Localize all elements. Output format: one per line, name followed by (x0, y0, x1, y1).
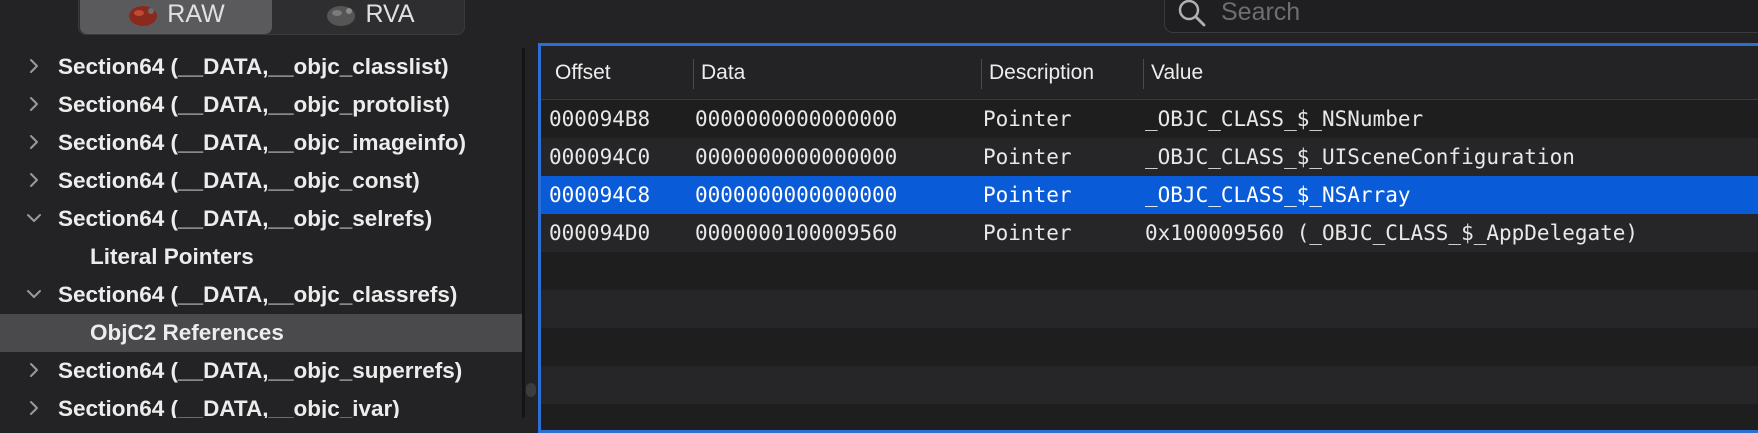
empty-table-row (541, 290, 1758, 328)
tree-item-label: Section64 (__DATA,__objc_classlist) (58, 54, 449, 79)
search-input[interactable] (1219, 0, 1723, 28)
cell-value: _OBJC_CLASS_$_UISceneConfiguration (1145, 145, 1575, 169)
raw-mode-button[interactable]: RAW (80, 0, 272, 34)
tree-item[interactable]: Section64 (__DATA,__objc_ivar) (0, 390, 522, 418)
table-row[interactable]: 000094C8 0000000000000000 Pointer _OBJC_CLA… (541, 176, 1758, 214)
column-separator[interactable] (981, 59, 982, 89)
rva-mode-button[interactable]: RVA (275, 0, 465, 34)
tree-item[interactable]: Section64 (__DATA,__objc_classlist) (0, 48, 522, 86)
chevron-down-icon[interactable] (26, 209, 42, 227)
empty-table-row (541, 404, 1758, 430)
tree-item[interactable]: Section64 (__DATA,__objc_classrefs) (0, 276, 522, 314)
tree-item[interactable]: Section64 (__DATA,__objc_selrefs) (0, 200, 522, 238)
tree-item-label: Literal Pointers (90, 244, 254, 269)
column-header-data[interactable]: Data (701, 46, 745, 100)
tree-item[interactable]: Section64 (__DATA,__objc_imageinfo) (0, 124, 522, 162)
tree-item-label: Section64 (__DATA,__objc_superrefs) (58, 358, 463, 383)
tree-item[interactable]: Literal Pointers (0, 238, 522, 276)
table-row[interactable]: 000094B8 0000000000000000 Pointer _OBJC_CLA… (541, 100, 1758, 138)
split-divider[interactable] (522, 48, 525, 418)
cell-data: 0000000000000000 (695, 145, 898, 169)
empty-table-row (541, 366, 1758, 404)
table-row[interactable]: 000094D0 0000000100009560 Pointer 0x1000095… (541, 214, 1758, 252)
tree-item-label: Section64 (__DATA,__objc_ivar) (58, 396, 400, 418)
split-handle[interactable] (526, 383, 536, 397)
tree-item-label: Section64 (__DATA,__objc_const) (58, 168, 420, 193)
column-separator[interactable] (1143, 59, 1144, 89)
cell-data: 0000000000000000 (695, 183, 898, 207)
column-header-description[interactable]: Description (989, 46, 1094, 100)
chevron-right-icon[interactable] (26, 399, 42, 417)
cell-value: _OBJC_CLASS_$_NSArray (1145, 183, 1411, 207)
tree-item[interactable]: Section64 (__DATA,__objc_protolist) (0, 86, 522, 124)
raw-mode-label: RAW (167, 0, 225, 28)
column-header-label: Value (1151, 61, 1204, 84)
cell-offset: 000094D0 (549, 221, 651, 245)
tree-item-label: ObjC2 References (90, 320, 284, 345)
column-header-label: Description (989, 61, 1095, 84)
empty-table-row (541, 328, 1758, 366)
section-tree: Section64 (__DATA,__objc_classlist) Secti… (0, 48, 522, 418)
chevron-right-icon[interactable] (26, 95, 42, 113)
table-header: Offset Data Description Value (541, 46, 1758, 100)
chevron-right-icon[interactable] (26, 171, 42, 189)
column-separator[interactable] (693, 59, 694, 89)
data-table[interactable]: Offset Data Description Value 000094B8 00… (538, 43, 1758, 433)
cell-offset: 000094C8 (549, 183, 651, 207)
tree-item-label: Section64 (__DATA,__objc_selrefs) (58, 206, 433, 231)
cell-description: Pointer (983, 221, 1072, 245)
chevron-down-icon[interactable] (26, 285, 42, 303)
toolbar: RAW RVA (0, 0, 1758, 44)
empty-table-row (541, 252, 1758, 290)
tree-item-label: Section64 (__DATA,__objc_classrefs) (58, 282, 458, 307)
address-mode-segmented-control: RAW RVA (78, 0, 465, 35)
tree-item[interactable]: ObjC2 References (0, 314, 522, 352)
search-field[interactable] (1164, 0, 1758, 33)
table-row[interactable]: 000094C0 0000000000000000 Pointer _OBJC_CLA… (541, 138, 1758, 176)
tree-item-label: Section64 (__DATA,__objc_imageinfo) (58, 130, 467, 155)
cell-value: _OBJC_CLASS_$_NSNumber (1145, 107, 1424, 131)
rva-mode-icon (327, 5, 356, 26)
cell-value: 0x100009560 (_OBJC_CLASS_$_AppDelegate) (1145, 221, 1639, 245)
cell-data: 0000000000000000 (695, 107, 898, 131)
tree-item[interactable]: Section64 (__DATA,__objc_superrefs) (0, 352, 522, 390)
cell-description: Pointer (983, 183, 1072, 207)
tree-item[interactable]: Section64 (__DATA,__objc_const) (0, 162, 522, 200)
cell-data: 0000000100009560 (695, 221, 898, 245)
chevron-right-icon[interactable] (26, 57, 42, 75)
column-header-label: Offset (555, 61, 611, 84)
tree-item-label: Section64 (__DATA,__objc_protolist) (58, 92, 450, 117)
column-header-value[interactable]: Value (1151, 46, 1203, 100)
cell-description: Pointer (983, 145, 1072, 169)
column-header-label: Data (701, 61, 746, 84)
chevron-right-icon[interactable] (26, 361, 42, 379)
cell-offset: 000094C0 (549, 145, 651, 169)
search-icon (1178, 0, 1206, 26)
rva-mode-label: RVA (365, 0, 415, 28)
column-header-offset[interactable]: Offset (555, 46, 611, 100)
cell-description: Pointer (983, 107, 1072, 131)
cell-offset: 000094B8 (549, 107, 651, 131)
raw-mode-icon (129, 5, 158, 26)
chevron-right-icon[interactable] (26, 133, 42, 151)
